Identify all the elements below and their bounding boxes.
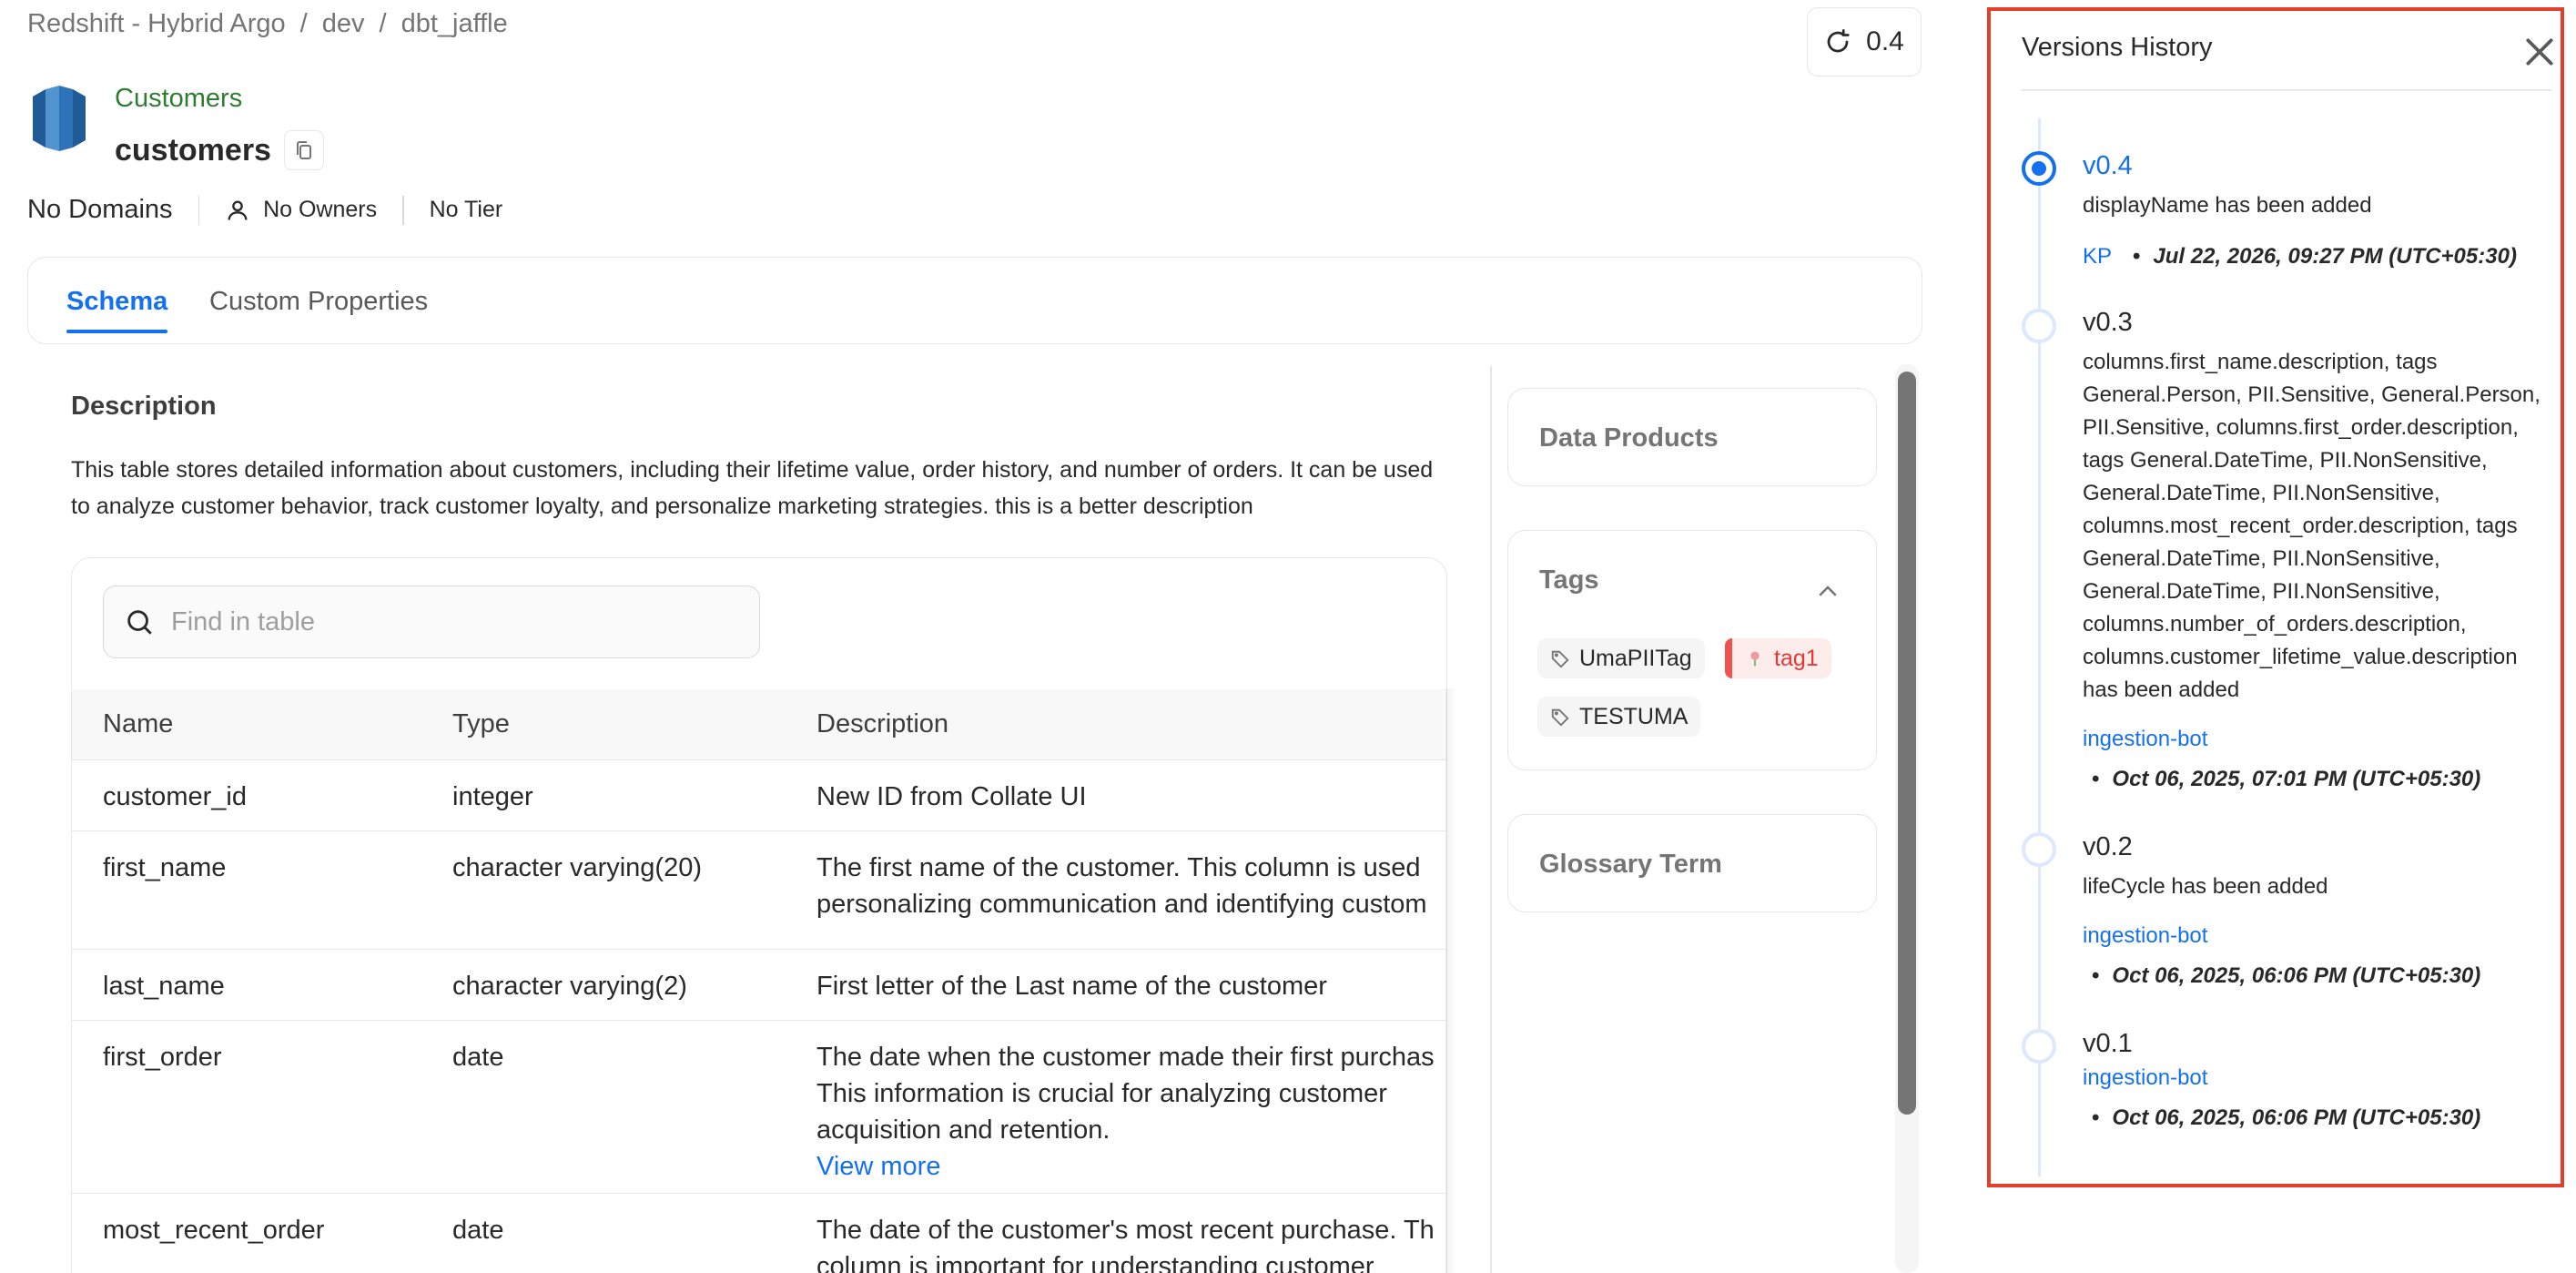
tab-schema[interactable]: Schema <box>66 287 168 333</box>
cell-name: most_recent_order <box>103 1216 325 1245</box>
table-row[interactable]: customer_id integer New ID from Collate … <box>72 760 1446 831</box>
version-history-button[interactable]: 0.4 <box>1807 7 1922 76</box>
column-header-description: Description <box>816 709 949 738</box>
tag-chip[interactable]: tag1 <box>1725 638 1831 678</box>
column-header-name: Name <box>103 709 174 738</box>
version-label[interactable]: v0.2 <box>2083 832 2133 862</box>
version-author[interactable]: ingestion-bot <box>2083 923 2207 949</box>
timeline-dot <box>2022 1029 2056 1064</box>
close-icon[interactable] <box>2522 35 2557 69</box>
cell-type: date <box>452 1043 504 1072</box>
panel-divider <box>1490 366 1492 1273</box>
cell-description: First letter of the Last name of the cus… <box>816 972 1327 1001</box>
breadcrumb-separator: / <box>379 9 387 38</box>
version-author[interactable]: ingestion-bot <box>2083 727 2207 752</box>
version-author[interactable]: ingestion-bot <box>2083 1065 2207 1091</box>
breadcrumb-schema[interactable]: dbt_jaffle <box>401 9 508 39</box>
breadcrumb-database[interactable]: dev <box>322 9 365 39</box>
versions-history-drawer: Versions History v0.4 displayName has be… <box>1987 7 2564 1187</box>
table-row[interactable]: first_order date The date when the custo… <box>72 1021 1446 1194</box>
flower-icon <box>1750 651 1760 667</box>
tag-chip[interactable]: UmaPIITag <box>1537 638 1705 678</box>
cell-type: character varying(20) <box>452 853 702 882</box>
cell-type: integer <box>452 782 533 811</box>
version-description: displayName has been added <box>2083 193 2372 218</box>
redshift-icon <box>27 84 91 153</box>
table-row[interactable]: first_name character varying(20) The fir… <box>72 831 1446 950</box>
version-timestamp: Oct 06, 2025, 07:01 PM (UTC+05:30) <box>2092 767 2480 792</box>
divider <box>402 195 404 225</box>
timeline-dot <box>2022 832 2056 867</box>
tag-icon <box>1551 650 1569 668</box>
timeline-dot-active <box>2022 151 2056 186</box>
owners[interactable]: No Owners <box>225 197 377 223</box>
description-title: Description <box>71 392 217 421</box>
tag-chip[interactable]: TESTUMA <box>1537 697 1701 737</box>
glossary-term-card[interactable]: Glossary Term <box>1507 814 1877 912</box>
version-description: columns.first_name.description, tags Gen… <box>2083 350 2541 702</box>
copy-icon <box>297 141 311 159</box>
cell-description: The date when the customer made their fi… <box>816 1043 1435 1181</box>
copy-link-button[interactable] <box>284 130 324 170</box>
search-icon <box>127 610 152 635</box>
tag-icon <box>1551 708 1569 727</box>
owners-label: No Owners <box>263 197 378 222</box>
cell-type: date <box>452 1216 504 1245</box>
divider <box>198 195 200 225</box>
cell-description: The date of the customer's most recent p… <box>816 1216 1435 1273</box>
version-label[interactable]: v0.3 <box>2083 308 2133 338</box>
cell-name: last_name <box>103 972 225 1001</box>
user-icon <box>228 200 248 220</box>
divider <box>2022 89 2551 91</box>
history-icon <box>1827 29 1850 53</box>
version-timestamp: Oct 06, 2025, 06:06 PM (UTC+05:30) <box>2092 1105 2480 1131</box>
domains-label[interactable]: No Domains <box>27 195 173 225</box>
view-more-link[interactable]: View more <box>816 1152 940 1181</box>
drawer-title: Versions History <box>2022 33 2213 62</box>
breadcrumb: Redshift - Hybrid Argo / dev / dbt_jaffl… <box>27 9 508 39</box>
table-search[interactable] <box>103 586 760 658</box>
entity-meta-row: No Domains No Owners No Tier <box>27 195 502 225</box>
cell-name: first_name <box>103 853 227 882</box>
tab-custom-properties[interactable]: Custom Properties <box>209 287 428 317</box>
cell-description: New ID from Collate UI <box>816 782 1087 811</box>
column-shadow <box>1445 688 1456 1273</box>
timeline-dot <box>2022 309 2056 343</box>
version-timestamp: Oct 06, 2025, 06:06 PM (UTC+05:30) <box>2092 963 2480 989</box>
entity-name: customers <box>115 133 271 168</box>
data-products-title: Data Products <box>1539 423 1719 453</box>
scrollbar[interactable] <box>1898 372 1916 1115</box>
data-products-card[interactable]: Data Products <box>1507 388 1877 486</box>
tags-card: Tags UmaPIITag tag1 TESTUMA <box>1507 530 1877 770</box>
tab-bar: Schema Custom Properties <box>27 257 1922 344</box>
cell-name: first_order <box>103 1043 222 1072</box>
timeline-line <box>2038 118 2041 1176</box>
glossary-term-title: Glossary Term <box>1539 850 1722 879</box>
table-row[interactable]: most_recent_order date The date of the c… <box>72 1194 1446 1273</box>
table-header: Name Type Description <box>72 689 1446 760</box>
tier-label[interactable]: No Tier <box>430 197 503 223</box>
search-input[interactable] <box>171 606 717 637</box>
version-label[interactable]: v0.4 <box>2083 151 2133 181</box>
chevron-up-icon[interactable] <box>1814 578 1841 606</box>
version-author[interactable]: KP <box>2083 244 2112 270</box>
version-timestamp: Jul 22, 2026, 09:27 PM (UTC+05:30) <box>2133 244 2517 270</box>
breadcrumb-separator: / <box>299 9 308 38</box>
table-row[interactable]: last_name character varying(2) First let… <box>72 950 1446 1021</box>
cell-type: character varying(2) <box>452 972 687 1001</box>
entity-display-name: Customers <box>115 84 243 113</box>
breadcrumb-service[interactable]: Redshift - Hybrid Argo <box>27 9 286 39</box>
cell-name: customer_id <box>103 782 247 811</box>
column-header-type: Type <box>452 709 510 738</box>
cell-description: The first name of the customer. This col… <box>816 853 1427 919</box>
tags-title: Tags <box>1539 565 1599 595</box>
description-text: This table stores detailed information a… <box>71 457 1434 519</box>
version-label[interactable]: v0.1 <box>2083 1029 2133 1059</box>
schema-table-card: Name Type Description customer_id intege… <box>71 557 1447 1273</box>
version-description: lifeCycle has been added <box>2083 874 2328 899</box>
version-number: 0.4 <box>1866 26 1904 56</box>
